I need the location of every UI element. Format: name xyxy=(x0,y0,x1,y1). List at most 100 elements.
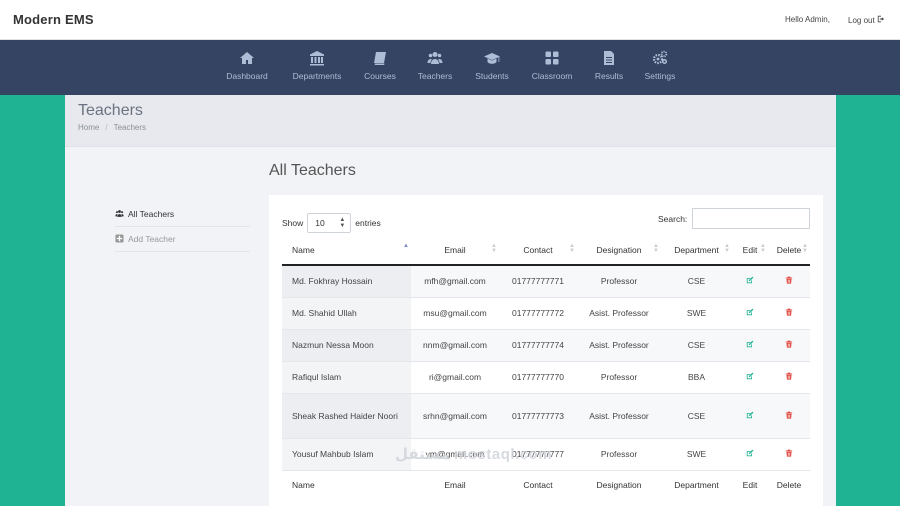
sort-icon: ▲ ▼ xyxy=(760,243,766,254)
table-row: Sheak Rashed Haider Noori srhn@gmail.com 0… xyxy=(282,393,810,439)
column-header-delete[interactable]: Delete ▲ ▼ xyxy=(768,235,810,266)
cell-designation: Asist. Professor xyxy=(577,329,661,362)
footer-header-name: Name xyxy=(282,469,411,500)
sort-asc-icon: ▲ xyxy=(403,243,409,249)
entries-control: Show 10 ▲ ▼ entries xyxy=(282,213,381,233)
plus-square-icon xyxy=(115,233,124,245)
breadcrumb-separator: / xyxy=(105,123,108,132)
nav-departments[interactable]: Departments xyxy=(282,50,352,81)
sort-icon: ▲ ▼ xyxy=(653,243,659,254)
graduation-cap-icon xyxy=(484,50,500,66)
cell-department: CSE xyxy=(661,265,732,298)
column-header-name[interactable]: Name ▲ xyxy=(282,235,411,266)
edit-icon[interactable] xyxy=(746,411,754,421)
trash-icon[interactable] xyxy=(785,340,793,350)
cell-department: SWE xyxy=(661,438,732,471)
cell-edit xyxy=(732,361,768,394)
cell-name: Md. Fokhray Hossain xyxy=(282,265,411,298)
chevron-down-icon: ▲ ▼ xyxy=(339,217,346,229)
column-header-designation[interactable]: Designation ▲ ▼ xyxy=(577,235,661,266)
sign-out-icon xyxy=(877,15,885,25)
table-row: Nazmun Nessa Moon nnm@gmail.com 0177777777… xyxy=(282,329,810,362)
search-input[interactable] xyxy=(692,208,810,229)
sort-icon: ▲ ▼ xyxy=(569,243,575,254)
cell-department: SWE xyxy=(661,297,732,330)
cell-name: Md. Shahid Ullah xyxy=(282,297,411,330)
footer-header-designation: Designation xyxy=(577,469,661,500)
entries-select[interactable]: 10 ▲ ▼ xyxy=(307,213,352,233)
column-header-contact[interactable]: Contact ▲ ▼ xyxy=(499,235,577,266)
teacher-sidebar: All Teachers Add Teacher xyxy=(115,202,250,252)
edit-icon[interactable] xyxy=(746,308,754,318)
nav-settings[interactable]: Settings xyxy=(625,50,695,81)
nav-label: Results xyxy=(594,71,624,81)
cell-email: msu@gmail.com xyxy=(411,297,499,330)
book-icon xyxy=(372,50,388,66)
entries-value: 10 xyxy=(315,218,325,228)
brand-logo[interactable]: Modern EMS xyxy=(13,12,94,27)
cell-edit xyxy=(732,297,768,330)
sidebar-item-all-teachers[interactable]: All Teachers xyxy=(115,202,250,227)
nav-dashboard[interactable]: Dashboard xyxy=(212,50,282,81)
cell-delete xyxy=(768,438,810,471)
nav-label: Teachers xyxy=(417,71,453,81)
sort-icon: ▲ ▼ xyxy=(491,243,497,254)
nav-label: Students xyxy=(475,71,509,81)
page-header: Teachers Home / Teachers xyxy=(65,95,836,147)
logout-link[interactable]: Log out xyxy=(848,15,885,25)
cell-contact: 01777777772 xyxy=(499,297,577,330)
table-row: Rafiqul Islam ri@gmail.com 01777777770 Prof… xyxy=(282,361,810,394)
cell-delete xyxy=(768,265,810,298)
nav-label: Departments xyxy=(292,71,342,81)
cell-designation: Asist. Professor xyxy=(577,393,661,439)
cell-edit xyxy=(732,438,768,471)
bank-icon xyxy=(309,50,325,66)
cell-name: Yousuf Mahbub Islam xyxy=(282,438,411,471)
nav-label: Courses xyxy=(364,71,396,81)
cell-designation: Asist. Professor xyxy=(577,297,661,330)
edit-icon[interactable] xyxy=(746,372,754,382)
trash-icon[interactable] xyxy=(785,372,793,382)
nav-label: Settings xyxy=(644,71,676,81)
cell-delete xyxy=(768,329,810,362)
cell-name: Nazmun Nessa Moon xyxy=(282,329,411,362)
breadcrumb-current: Teachers xyxy=(113,123,147,132)
table-header-row: Name ▲ Email ▲ ▼ Contact ▲ ▼ Designation ▲ ▼ De… xyxy=(282,235,810,266)
cell-email: nnm@gmail.com xyxy=(411,329,499,362)
edit-icon[interactable] xyxy=(746,276,754,286)
logout-label: Log out xyxy=(848,15,875,25)
sidebar-item-add-teacher[interactable]: Add Teacher xyxy=(115,227,250,252)
home-icon xyxy=(239,50,255,66)
cell-contact: 01777777773 xyxy=(499,393,577,439)
cell-edit xyxy=(732,393,768,439)
footer-header-email: Email xyxy=(411,469,499,500)
breadcrumb: Home / Teachers xyxy=(78,123,146,132)
cell-delete xyxy=(768,393,810,439)
trash-icon[interactable] xyxy=(785,276,793,286)
footer-header-contact: Contact xyxy=(499,469,577,500)
footer-header-department: Department xyxy=(661,469,732,500)
cell-designation: Professor xyxy=(577,438,661,471)
watermark: مستقل mostaql.com xyxy=(395,446,553,463)
trash-icon[interactable] xyxy=(785,308,793,318)
column-header-edit[interactable]: Edit ▲ ▼ xyxy=(732,235,768,266)
trash-icon[interactable] xyxy=(785,449,793,459)
cell-department: CSE xyxy=(661,329,732,362)
grid-icon xyxy=(544,50,560,66)
cell-delete xyxy=(768,297,810,330)
trash-icon[interactable] xyxy=(785,411,793,421)
column-header-department[interactable]: Department ▲ ▼ xyxy=(661,235,732,266)
column-header-email[interactable]: Email ▲ ▼ xyxy=(411,235,499,266)
main-navbar: Dashboard Departments Courses Teachers S… xyxy=(0,40,900,95)
table-row: Md. Fokhray Hossain mfh@gmail.com 01777777… xyxy=(282,265,810,298)
page-title: Teachers xyxy=(78,102,143,119)
edit-icon[interactable] xyxy=(746,340,754,350)
edit-icon[interactable] xyxy=(746,449,754,459)
sort-icon: ▲ ▼ xyxy=(802,243,808,254)
cell-name: Sheak Rashed Haider Noori xyxy=(282,393,411,439)
cell-email: srhn@gmail.com xyxy=(411,393,499,439)
entries-label: entries xyxy=(355,218,381,228)
breadcrumb-home[interactable]: Home xyxy=(78,123,99,132)
sort-icon: ▲ ▼ xyxy=(724,243,730,254)
top-bar: Modern EMS Hello Admin, Log out xyxy=(0,0,900,40)
